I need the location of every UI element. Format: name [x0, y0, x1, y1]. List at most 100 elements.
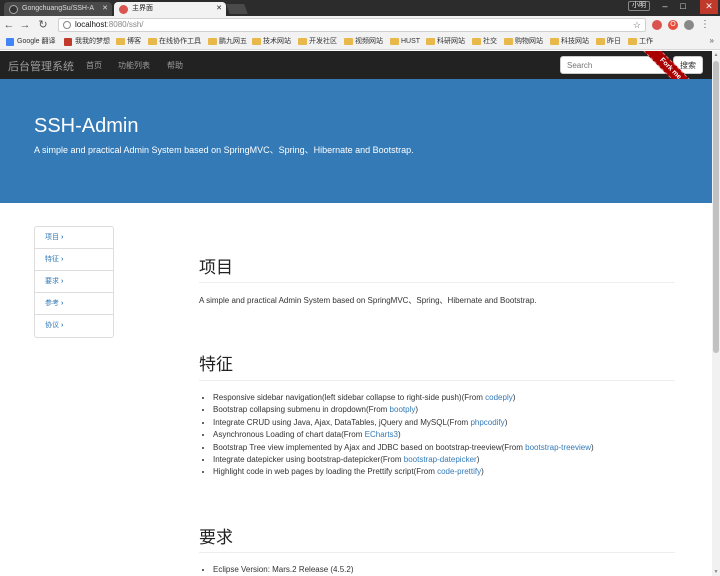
nav-link-home[interactable]: 首页 — [86, 60, 102, 71]
divider — [199, 282, 675, 283]
bookmark-label: Google 翻译 — [17, 38, 56, 45]
back-arrow-icon[interactable]: ← — [2, 18, 16, 32]
link-bootstrap-datepicker[interactable]: bootstrap-datepicker — [404, 455, 477, 464]
scrollbar-thumb[interactable] — [713, 61, 719, 353]
extension-icon[interactable] — [652, 20, 662, 30]
bookmark-folder[interactable]: 在线协作工具 — [148, 37, 201, 47]
browser-tab-strip: GongchuangSu/SSH-A ✕ 主界面 ✕ 小明 – □ ✕ — [0, 0, 720, 16]
link-codeply[interactable]: codeply — [485, 393, 513, 402]
bookmark-folder[interactable]: 昨日 — [596, 37, 621, 47]
list-item: Asynchronous Loading of chart data(From … — [213, 429, 594, 441]
bookmark-folder[interactable]: 科研网站 — [426, 37, 465, 47]
folder-icon — [426, 38, 435, 45]
sidebar-item-license[interactable]: 协议 › — [35, 315, 113, 337]
forward-arrow-icon[interactable]: → — [18, 18, 32, 32]
scroll-down-icon[interactable]: ▼ — [712, 568, 720, 576]
site-icon — [64, 38, 72, 46]
sidebar-item-label: 协议 — [45, 322, 59, 329]
minimize-icon[interactable]: – — [656, 0, 674, 14]
maximize-icon[interactable]: □ — [674, 0, 692, 14]
reload-icon[interactable]: ↻ — [36, 18, 50, 32]
page-scrollbar[interactable]: ▲ ▼ — [712, 51, 720, 576]
sidebar-item-features[interactable]: 特征 › — [35, 249, 113, 271]
list-item: Integrate datepicker using bootstrap-dat… — [213, 454, 594, 466]
bookmark-label: 在线协作工具 — [159, 38, 201, 45]
bookmark-folder[interactable]: HUST — [390, 37, 420, 47]
navbar-brand[interactable]: 后台管理系统 — [8, 58, 74, 74]
chevron-right-icon: › — [61, 256, 64, 263]
sidebar-item-project[interactable]: 项目 › — [35, 227, 113, 249]
requirements-list: Eclipse Version: Mars.2 Release (4.5.2) — [213, 564, 354, 576]
link-code-prettify[interactable]: code-prettify — [437, 467, 481, 476]
page-title: SSH-Admin — [34, 115, 139, 137]
scroll-up-icon[interactable]: ▲ — [712, 51, 720, 59]
list-item: Eclipse Version: Mars.2 Release (4.5.2) — [213, 564, 354, 576]
browser-tab-main[interactable]: 主界面 ✕ — [114, 2, 226, 16]
sidebar-item-requirements[interactable]: 要求 › — [35, 271, 113, 293]
section-heading-requirements: 要求 — [199, 528, 233, 547]
link-phpcodify[interactable]: phpcodify — [470, 418, 504, 427]
bookmarks-bar: Google 翻译 我我的梦想 博客 在线协作工具 鹏九网五 技术网站 开发社区… — [0, 34, 720, 50]
bookmark-folder[interactable]: 工作 — [628, 37, 653, 47]
link-echarts3[interactable]: ECharts3 — [365, 430, 398, 439]
menu-icon[interactable]: ⋮ — [700, 20, 710, 30]
sidebar-item-references[interactable]: 参考 › — [35, 293, 113, 315]
bookmark-label: 博客 — [127, 38, 141, 45]
project-description: A simple and practical Admin System base… — [199, 296, 537, 305]
bookmark-label: HUST — [401, 38, 421, 45]
link-bootstrap-treeview[interactable]: bootstrap-treeview — [525, 443, 591, 452]
extension-icon[interactable] — [684, 20, 694, 30]
sidebar-item-label: 要求 — [45, 278, 59, 285]
folder-icon — [344, 38, 353, 45]
info-icon[interactable] — [63, 21, 71, 29]
close-window-icon[interactable]: ✕ — [700, 0, 718, 14]
opera-icon[interactable]: O — [668, 20, 678, 30]
url-host: localhost — [75, 20, 107, 29]
close-tab-icon[interactable]: ✕ — [102, 2, 108, 16]
folder-icon — [298, 38, 307, 45]
bookmark-folder[interactable]: 开发社区 — [298, 37, 337, 47]
nav-link-help[interactable]: 帮助 — [167, 60, 183, 71]
close-tab-icon[interactable]: ✕ — [216, 2, 222, 16]
bookmark-folder[interactable]: 博客 — [116, 37, 141, 47]
more-bookmarks-icon[interactable]: » — [710, 36, 714, 45]
bookmark-label: 购物网站 — [515, 38, 543, 45]
bookmark-star-icon[interactable]: ☆ — [633, 19, 641, 31]
bookmark-label: 科技网站 — [561, 38, 589, 45]
apps-icon — [6, 38, 14, 46]
site-navbar: 后台管理系统 首页 功能列表 帮助 搜索 — [0, 51, 712, 79]
nav-link-features[interactable]: 功能列表 — [118, 60, 150, 71]
folder-icon — [628, 38, 637, 45]
folder-icon — [472, 38, 481, 45]
folder-icon — [116, 38, 125, 45]
link-bootply[interactable]: bootply — [390, 405, 416, 414]
bookmark-label: 昨日 — [607, 38, 621, 45]
folder-icon — [390, 38, 399, 45]
divider — [199, 380, 675, 381]
bookmark-folder[interactable]: 视频网站 — [344, 37, 383, 47]
address-bar[interactable]: localhost:8080/ssh/ ☆ — [58, 18, 646, 32]
divider — [199, 552, 675, 553]
bookmark-folder[interactable]: 技术网站 — [252, 37, 291, 47]
bookmark-label: 视频网站 — [355, 38, 383, 45]
bookmark-folder[interactable]: 鹏九网五 — [208, 37, 247, 47]
bookmark-label: 我我的梦想 — [75, 38, 110, 45]
folder-icon — [550, 38, 559, 45]
bookmark-folder[interactable]: 社交 — [472, 37, 497, 47]
page-subtitle: A simple and practical Admin System base… — [34, 145, 414, 155]
browser-toolbar: ← → ↻ localhost:8080/ssh/ ☆ O ⋮ — [0, 16, 720, 34]
list-item: Bootstrap Tree view implemented by Ajax … — [213, 442, 594, 454]
folder-icon — [504, 38, 513, 45]
bookmark-folder[interactable]: 购物网站 — [504, 37, 543, 47]
github-icon — [9, 5, 18, 14]
new-tab-button[interactable] — [226, 4, 248, 14]
profile-button[interactable]: 小明 — [628, 1, 650, 11]
bookmark-item[interactable]: 我我的梦想 — [64, 37, 110, 47]
list-item: Highlight code in web pages by loading t… — [213, 466, 594, 478]
bookmark-item[interactable]: Google 翻译 — [6, 37, 56, 47]
bookmark-folder[interactable]: 科技网站 — [550, 37, 589, 47]
sidebar-nav: 项目 › 特征 › 要求 › 参考 › 协议 › — [34, 226, 114, 338]
list-item: Bootstrap collapsing submenu in dropdown… — [213, 404, 594, 416]
bookmark-label: 开发社区 — [309, 38, 337, 45]
browser-tab-github[interactable]: GongchuangSu/SSH-A ✕ — [4, 2, 112, 16]
